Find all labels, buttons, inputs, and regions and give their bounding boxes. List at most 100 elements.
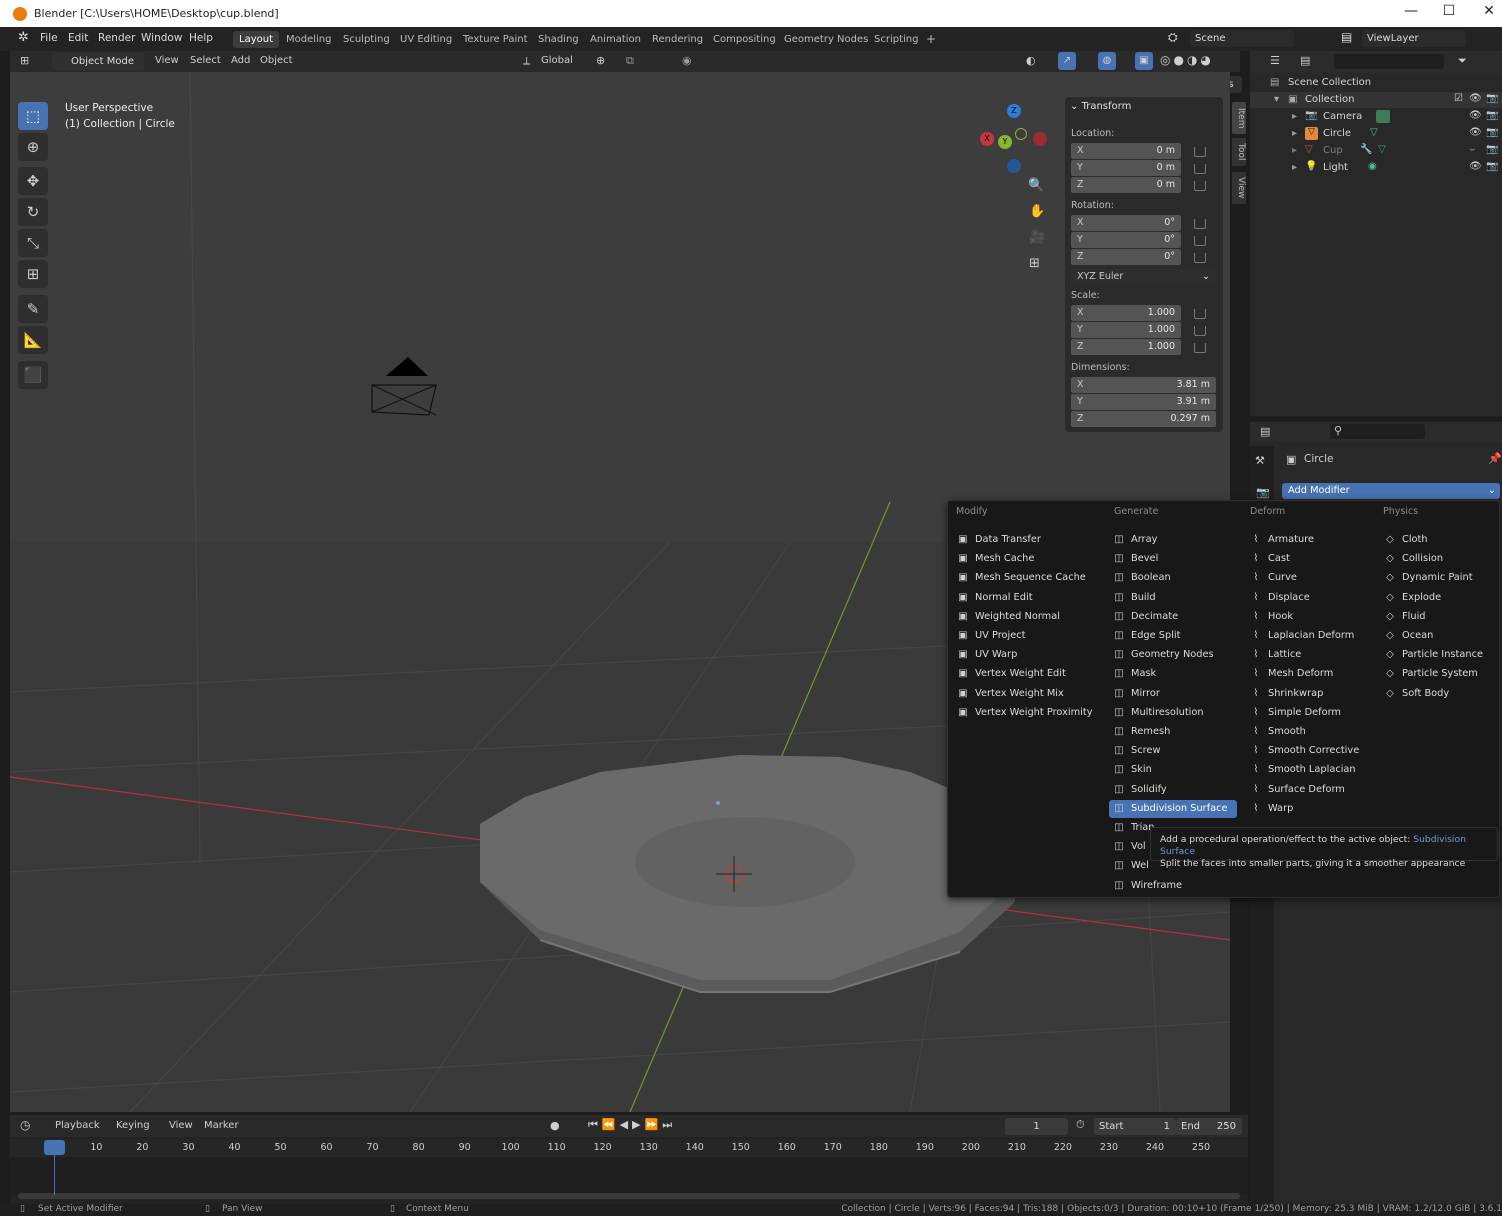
outliner-cup[interactable]: Cup [1323, 145, 1343, 156]
modifier-item-mirror[interactable]: ◫ Mirror [1109, 685, 1237, 703]
circle-mesh-data-icon[interactable]: ▽ [1370, 127, 1378, 138]
modifier-item-displace[interactable]: ⌇ Displace [1246, 589, 1376, 607]
circle-render-icon[interactable]: 📷 [1486, 127, 1498, 138]
move-tool-icon[interactable]: ✥ [18, 167, 48, 195]
cursor-tool-icon[interactable]: ⊕ [18, 133, 48, 161]
menu-help[interactable]: Help [189, 32, 213, 44]
menu-view[interactable]: View [155, 55, 179, 66]
playback-controls[interactable]: ⏮⏪◀▶⏩⏭ [588, 1118, 676, 1132]
modifier-item-weighted-normal[interactable]: ▣ Weighted Normal [953, 608, 1083, 626]
timeline-editor-type-icon[interactable]: ◷ [20, 1118, 30, 1132]
modifier-item-build[interactable]: ◫ Build [1109, 589, 1237, 607]
perspective-toggle-icon[interactable]: ⊞ [1029, 256, 1040, 271]
measure-tool-icon[interactable]: 📐 [18, 326, 48, 354]
add-modifier-button[interactable]: Add Modifier ⌄ [1282, 483, 1500, 499]
lock-scale-y-icon[interactable] [1194, 326, 1206, 336]
location-y-field[interactable]: Y0 m [1071, 160, 1181, 176]
current-frame-field[interactable]: 1 [1005, 1118, 1068, 1135]
select-box-tool-icon[interactable]: ⬚ [18, 102, 48, 130]
modifier-item-laplacian-deform[interactable]: ⌇ Laplacian Deform [1246, 627, 1376, 645]
properties-search-input[interactable] [1330, 424, 1425, 439]
menu-edit[interactable]: Edit [68, 32, 88, 44]
modifier-item-normal-edit[interactable]: ▣ Normal Edit [953, 589, 1083, 607]
modifier-item-mesh-cache[interactable]: ▣ Mesh Cache [953, 550, 1083, 568]
blender-menu-icon[interactable]: ✲ [18, 30, 29, 45]
timeline-menu-playback[interactable]: Playback [55, 1120, 100, 1131]
view-layer-selector[interactable]: ViewLayer [1362, 30, 1466, 47]
camera-object[interactable] [371, 357, 437, 416]
tab-geometry-nodes[interactable]: Geometry Nodes [778, 31, 874, 48]
preview-range-icon[interactable]: ⏱ [1076, 1118, 1085, 1132]
modifier-item-simple-deform[interactable]: ⌇ Simple Deform [1246, 704, 1376, 722]
modifier-item-uv-warp[interactable]: ▣ UV Warp [953, 646, 1083, 664]
outliner-scene-collection[interactable]: Scene Collection [1288, 77, 1371, 88]
modifier-item-armature[interactable]: ⌇ Armature [1246, 531, 1376, 549]
cup-modifier-icon[interactable]: 🔧 [1360, 144, 1372, 155]
lock-location-y-icon[interactable] [1194, 164, 1206, 174]
light-data-icon[interactable]: ◉ [1368, 161, 1377, 172]
collection-visibility-icon[interactable]: 👁 [1469, 93, 1482, 104]
modifier-item-screw[interactable]: ◫ Screw [1109, 742, 1237, 760]
gizmo-y-axis[interactable]: Y [998, 135, 1012, 149]
navigation-gizmo[interactable]: Z X Y [975, 102, 1047, 174]
transform-tool-icon[interactable]: ⊞ [18, 260, 48, 288]
view-options-icon[interactable]: ▤ [1300, 54, 1310, 67]
location-x-field[interactable]: X0 m [1071, 143, 1181, 159]
gizmo-neg-y[interactable] [1015, 128, 1027, 140]
expand-collection-icon[interactable]: ▾ [1274, 94, 1279, 105]
modifier-item-surface-deform[interactable]: ⌇ Surface Deform [1246, 781, 1376, 799]
modifier-item-smooth-corrective[interactable]: ⌇ Smooth Corrective [1246, 742, 1376, 760]
camera-render-icon[interactable]: 📷 [1486, 110, 1498, 121]
outliner-collection[interactable]: Collection [1305, 94, 1354, 105]
tab-layout[interactable]: Layout [233, 31, 279, 48]
gizmo-z-axis[interactable]: Z [1007, 104, 1021, 118]
modifier-item-warp[interactable]: ⌇ Warp [1246, 800, 1376, 818]
end-frame-field[interactable]: End 250 [1176, 1118, 1242, 1135]
gizmo-x-axis[interactable]: X [980, 132, 994, 146]
menu-file[interactable]: File [40, 32, 58, 44]
scale-z-field[interactable]: Z 1.000 [1071, 339, 1181, 355]
sidebar-tab-item[interactable]: Item [1232, 102, 1246, 134]
zoom-icon[interactable]: 🔍 [1028, 178, 1044, 193]
sidebar-tab-tool[interactable]: Tool [1232, 138, 1246, 166]
outliner-circle[interactable]: Circle [1323, 128, 1351, 139]
timeline-menu-keying[interactable]: Keying [116, 1120, 150, 1131]
lock-rotation-y-icon[interactable] [1194, 236, 1206, 246]
pivot-icon[interactable]: ⊕ [596, 54, 605, 67]
modifier-item-wireframe[interactable]: ◫ Wireframe [1109, 877, 1237, 895]
scale-x-field[interactable]: X 1.000 [1071, 305, 1181, 321]
modifier-item-cast[interactable]: ⌇ Cast [1246, 550, 1376, 568]
scale-y-field[interactable]: Y 1.000 [1071, 322, 1181, 338]
scene-selector[interactable]: Scene [1190, 30, 1294, 47]
playhead-marker[interactable] [44, 1140, 65, 1155]
modifier-item-vertex-weight-edit[interactable]: ▣ Vertex Weight Edit [953, 665, 1083, 683]
shading-mode-icons[interactable]: ◎●◑◕ [1160, 53, 1214, 67]
start-frame-field[interactable]: Start 1 [1094, 1118, 1176, 1135]
keyframe-area[interactable] [10, 1157, 1248, 1195]
annotate-tool-icon[interactable]: ✎ [18, 295, 48, 323]
modifier-item-smooth[interactable]: ⌇ Smooth [1246, 723, 1376, 741]
light-render-icon[interactable]: 📷 [1486, 161, 1498, 172]
modifier-item-mesh-deform[interactable]: ⌇ Mesh Deform [1246, 665, 1376, 683]
location-z-field[interactable]: Z0 m [1071, 177, 1181, 193]
menu-add[interactable]: Add [231, 55, 250, 66]
gizmo-neg-z[interactable] [1007, 159, 1021, 173]
tab-sculpting[interactable]: Sculpting [337, 31, 396, 48]
scale-tool-icon[interactable]: ⤡ [18, 229, 48, 257]
modifier-item-array[interactable]: ◫ Array [1109, 531, 1237, 549]
modifier-item-curve[interactable]: ⌇ Curve [1246, 569, 1376, 587]
modifier-item-data-transfer[interactable]: ▣ Data Transfer [953, 531, 1083, 549]
add-cube-tool-icon[interactable]: ⬛ [18, 361, 48, 389]
gizmo-toggle-icon[interactable]: ↗ [1058, 52, 1076, 70]
rotation-z-field[interactable]: Z 0° [1071, 249, 1181, 265]
modifier-item-bevel[interactable]: ◫ Bevel [1109, 550, 1237, 568]
modifier-item-smooth-laplacian[interactable]: ⌇ Smooth Laplacian [1246, 761, 1376, 779]
pan-hand-icon[interactable]: ✋ [1029, 204, 1045, 219]
dimensions-y-field[interactable]: Y 3.91 m [1071, 394, 1216, 410]
filter-icon[interactable]: ⏷ [1458, 54, 1467, 68]
modifier-item-edge-split[interactable]: ◫ Edge Split [1109, 627, 1237, 645]
timeline-menu-marker[interactable]: Marker [204, 1120, 239, 1131]
tab-shading[interactable]: Shading [532, 31, 585, 48]
menu-select[interactable]: Select [190, 55, 221, 66]
tab-animation[interactable]: Animation [584, 31, 647, 48]
